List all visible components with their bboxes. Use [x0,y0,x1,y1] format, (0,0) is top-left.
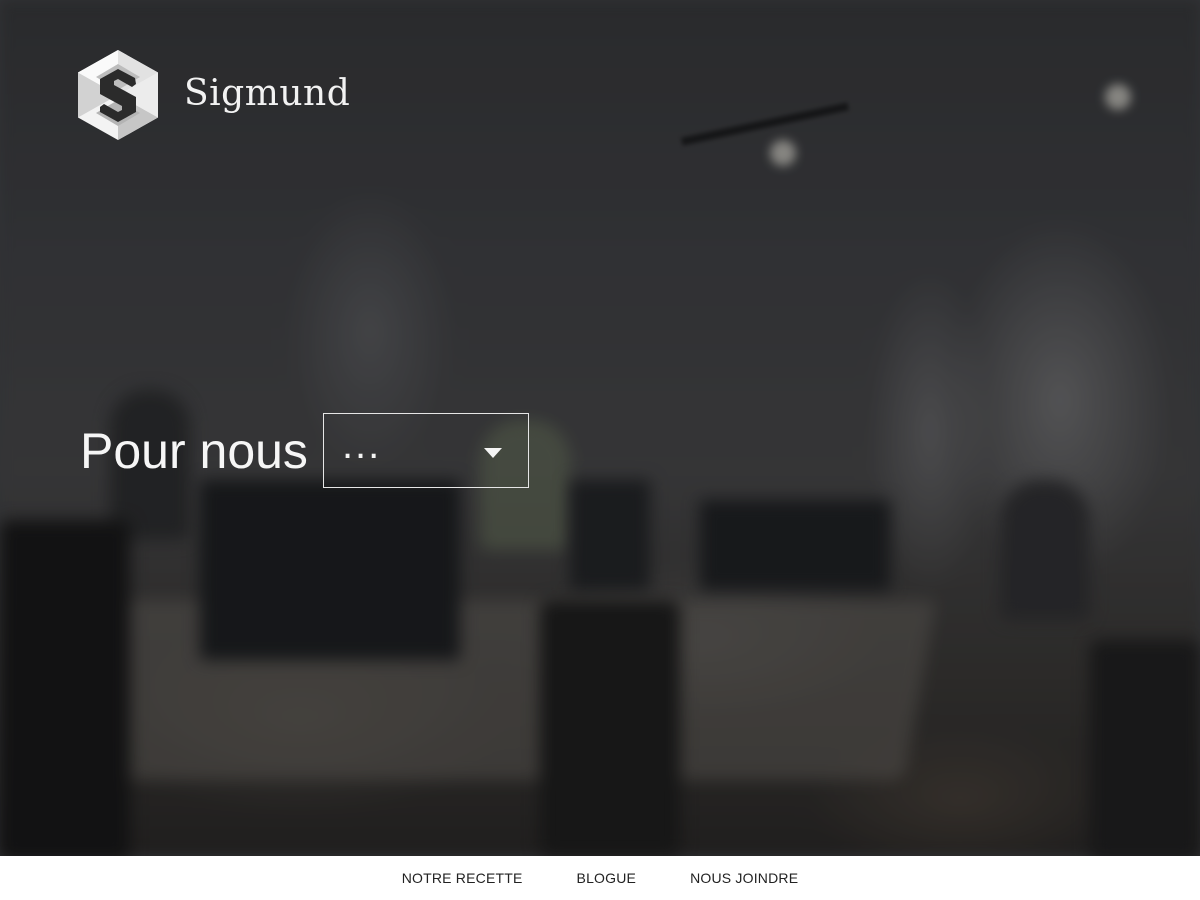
brand-name: Sigmund [184,72,351,114]
nav-link-notre-recette[interactable]: NOTRE RECETTE [402,870,523,886]
footer-nav: NOTRE RECETTE BLOGUE NOUS JOINDRE [0,856,1200,900]
hero-section: Sigmund Pour nous ... [0,0,1200,856]
caret-down-icon[interactable] [483,448,502,458]
brand-logo-link[interactable]: Sigmund [78,50,350,140]
hexagon-s-logo-icon [78,50,158,140]
nav-link-nous-joindre[interactable]: NOUS JOINDRE [690,870,798,886]
audience-select-value: ... [341,423,382,467]
hero-prompt: Pour nous ... [80,412,529,489]
page: Sigmund Pour nous ... NOTRE RECETTE BLOG… [0,0,1200,900]
audience-select[interactable]: ... [322,413,529,488]
hero-label: Pour nous [80,422,308,479]
nav-link-blogue[interactable]: BLOGUE [577,870,637,886]
